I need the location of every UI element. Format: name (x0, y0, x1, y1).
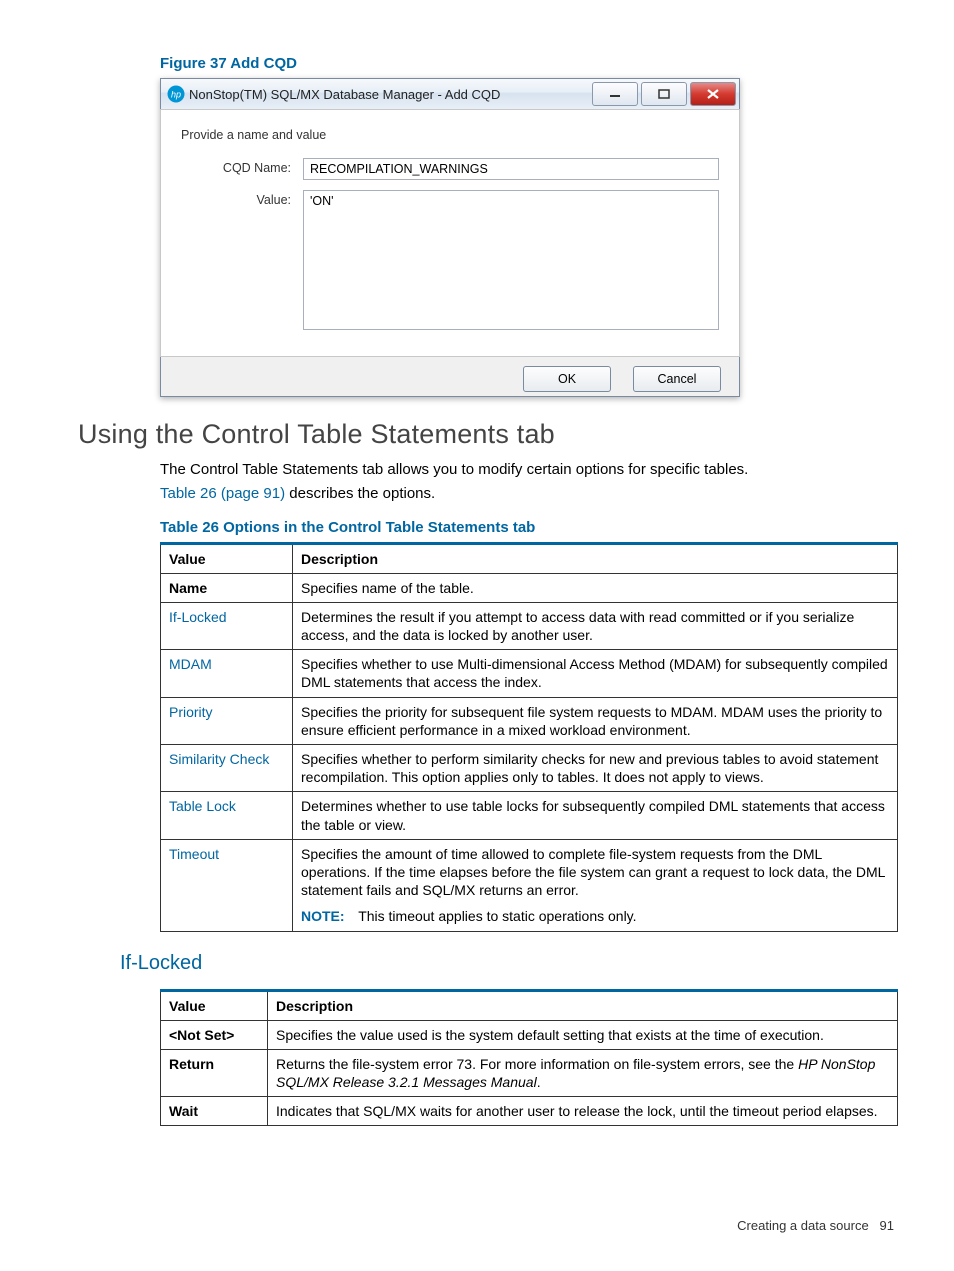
cell-name: Wait (161, 1097, 268, 1126)
cell-name[interactable]: Table Lock (161, 792, 293, 839)
cell-desc: Specifies whether to perform similarity … (293, 745, 898, 792)
table-row: If-Locked Determines the result if you a… (161, 602, 898, 649)
cell-desc: Specifies the value used is the system d… (268, 1020, 898, 1049)
table-row: <Not Set> Specifies the value used is th… (161, 1020, 898, 1049)
table-row: Similarity Check Specifies whether to pe… (161, 745, 898, 792)
cell-desc: Indicates that SQL/MX waits for another … (268, 1097, 898, 1126)
cell-name: Name (161, 573, 293, 602)
intro-tail: describes the options. (285, 485, 435, 502)
close-button[interactable] (690, 82, 736, 106)
cell-name[interactable]: Priority (161, 697, 293, 744)
hp-logo-icon: hp (167, 85, 185, 103)
cell-name: <Not Set> (161, 1020, 268, 1049)
dialog-subtitle: Provide a name and value (181, 128, 719, 142)
maximize-button[interactable] (641, 82, 687, 106)
page-footer: Creating a data source 91 (737, 1218, 894, 1233)
cell-desc: Specifies whether to use Multi-dimension… (293, 650, 898, 697)
add-cqd-dialog: hp NonStop(TM) SQL/MX Database Manager -… (160, 78, 740, 397)
dialog-body: Provide a name and value CQD Name: Value… (160, 109, 740, 357)
dialog-titlebar: hp NonStop(TM) SQL/MX Database Manager -… (161, 79, 739, 110)
table26-link[interactable]: Table 26 (page 91) (160, 485, 285, 502)
minimize-button[interactable] (592, 82, 638, 106)
cell-desc: Specifies name of the table. (293, 573, 898, 602)
cell-desc: Returns the file-system error 73. For mo… (268, 1049, 898, 1096)
if-locked-heading: If-Locked (120, 952, 894, 975)
iflocked-head-desc: Description (268, 990, 898, 1020)
intro-paragraph-2: Table 26 (page 91) describes the options… (160, 484, 894, 504)
cqd-name-label: CQD Name: (181, 158, 303, 180)
cell-name[interactable]: MDAM (161, 650, 293, 697)
section-heading: Using the Control Table Statements tab (78, 419, 894, 450)
cell-desc: Specifies the priority for subsequent fi… (293, 697, 898, 744)
table26-head-value: Value (161, 543, 293, 573)
cell-desc: Specifies the amount of time allowed to … (293, 839, 898, 931)
table-row: Return Returns the file-system error 73.… (161, 1049, 898, 1096)
ok-button[interactable]: OK (523, 366, 611, 392)
cell-name[interactable]: Timeout (161, 839, 293, 931)
figure-caption: Figure 37 Add CQD (160, 55, 894, 72)
cqd-name-input[interactable] (303, 158, 719, 180)
table-row: Priority Specifies the priority for subs… (161, 697, 898, 744)
table-row: Table Lock Determines whether to use tab… (161, 792, 898, 839)
table26-head-desc: Description (293, 543, 898, 573)
table26: Value Description Name Specifies name of… (160, 542, 898, 932)
table-row: Wait Indicates that SQL/MX waits for ano… (161, 1097, 898, 1126)
iflocked-head-value: Value (161, 990, 268, 1020)
table-row: Name Specifies name of the table. (161, 573, 898, 602)
cell-name[interactable]: Similarity Check (161, 745, 293, 792)
cell-desc: Determines the result if you attempt to … (293, 602, 898, 649)
cell-name[interactable]: If-Locked (161, 602, 293, 649)
cancel-button[interactable]: Cancel (633, 366, 721, 392)
cell-desc: Determines whether to use table locks fo… (293, 792, 898, 839)
dialog-title: NonStop(TM) SQL/MX Database Manager - Ad… (189, 87, 592, 102)
note-text: This timeout applies to static operation… (358, 908, 636, 924)
note-label: NOTE: (301, 908, 345, 924)
table-row: MDAM Specifies whether to use Multi-dime… (161, 650, 898, 697)
intro-paragraph-1: The Control Table Statements tab allows … (160, 460, 894, 480)
if-locked-table: Value Description <Not Set> Specifies th… (160, 989, 898, 1127)
table-row: Timeout Specifies the amount of time all… (161, 839, 898, 931)
value-label: Value: (181, 190, 303, 330)
value-textarea[interactable]: 'ON' (303, 190, 719, 330)
table26-caption: Table 26 Options in the Control Table St… (160, 519, 894, 536)
svg-text:hp: hp (171, 90, 181, 100)
cell-name: Return (161, 1049, 268, 1096)
